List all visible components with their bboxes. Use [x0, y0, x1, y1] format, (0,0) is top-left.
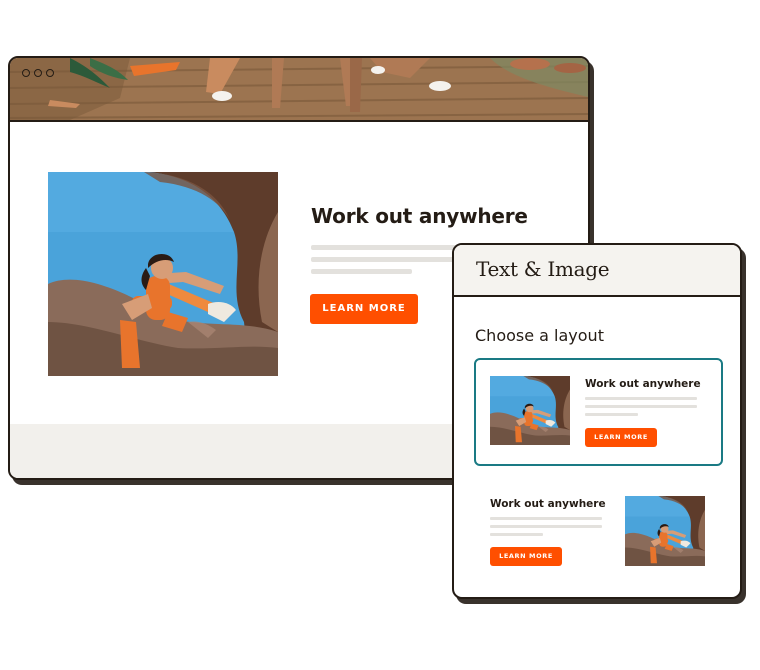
section-headline: Work out anywhere: [311, 204, 528, 228]
placeholder-text-line: [311, 257, 457, 262]
hero-divider: [10, 120, 588, 122]
layout-learn-more-button: LEARN MORE: [490, 547, 562, 566]
placeholder-text-line: [585, 413, 638, 416]
three-dots-icon[interactable]: [22, 69, 54, 77]
panel-title: Text & Image: [476, 257, 610, 281]
workout-photo: [48, 172, 278, 376]
choose-layout-heading: Choose a layout: [475, 326, 604, 345]
dot: [46, 69, 54, 77]
layout-option-image-right[interactable]: Work out anywhere LEARN MORE: [474, 481, 723, 581]
text-image-panel: Text & Image Choose a layout Work out an…: [452, 243, 742, 599]
layout-headline: Work out anywhere: [585, 378, 701, 390]
layout-thumbnail-photo: [625, 496, 705, 566]
hero-image: [10, 58, 588, 120]
layout-headline: Work out anywhere: [490, 498, 606, 510]
panel-header: Text & Image: [454, 245, 740, 297]
placeholder-text-line: [490, 517, 602, 520]
layout-thumbnail-photo: [490, 376, 570, 445]
layout-learn-more-button: LEARN MORE: [585, 428, 657, 447]
learn-more-button[interactable]: LEARN MORE: [310, 294, 418, 324]
placeholder-text-line: [490, 533, 543, 536]
placeholder-text-line: [490, 525, 602, 528]
placeholder-text-line: [311, 269, 412, 274]
layout-option-image-left[interactable]: Work out anywhere LEARN MORE: [474, 358, 723, 466]
dot: [34, 69, 42, 77]
placeholder-text-line: [585, 405, 697, 408]
placeholder-text-line: [311, 245, 457, 250]
dot: [22, 69, 30, 77]
placeholder-text-line: [585, 397, 697, 400]
